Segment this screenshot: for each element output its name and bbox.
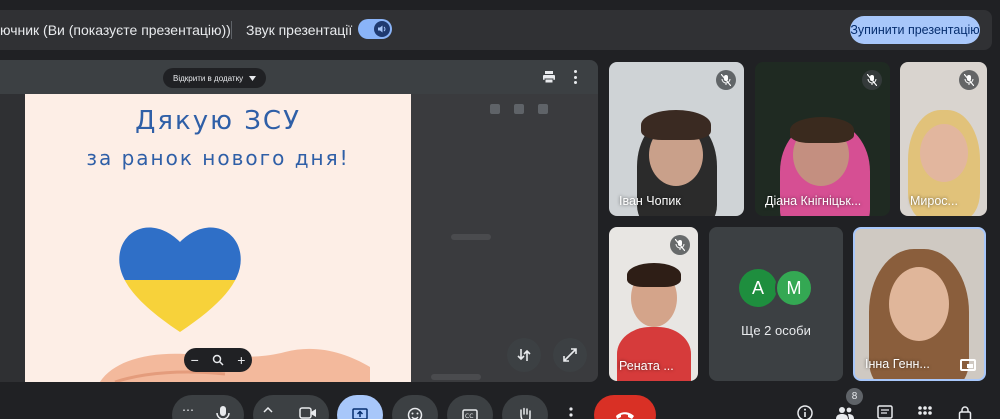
activities-icon[interactable] (916, 404, 934, 419)
zoom-controls: − + (184, 348, 252, 372)
presenter-status-text: ючник (Ви (показуєте презентацію)) (0, 22, 231, 38)
raise-hand-button[interactable] (502, 395, 548, 419)
participants-icon[interactable] (836, 404, 854, 419)
presentation-area: Відкрити в додатку Дякую ЗСУ за ранок но… (0, 60, 598, 382)
participant-name: Іван Чопик (619, 194, 681, 208)
mic-off-icon (959, 70, 979, 90)
mic-button-group[interactable]: ⋯ (172, 395, 244, 419)
more-participants-tile[interactable]: А М Ще 2 особи (709, 227, 843, 381)
participant-name: Інна Генн... (865, 357, 930, 371)
end-call-button[interactable] (594, 395, 656, 419)
participant-video (790, 117, 854, 143)
doc-tool-icon (538, 104, 548, 114)
ghost-text-line (451, 234, 491, 240)
microphone-icon (216, 406, 230, 419)
more-options-button[interactable] (557, 395, 585, 419)
zoom-in-button[interactable]: + (237, 352, 245, 368)
avatar-letter: А (751, 277, 764, 298)
present-screen-button[interactable] (337, 395, 383, 419)
participant-name: Діана Кнігніцьк... (765, 194, 862, 208)
slide-title-line1: Дякую ЗСУ (135, 106, 301, 136)
search-icon[interactable] (212, 354, 224, 366)
svg-text:CC: CC (465, 413, 473, 419)
open-in-app-button[interactable]: Відкрити в додатку (163, 68, 267, 88)
participant-name: Мирос... (910, 194, 958, 208)
speaker-icon (374, 21, 390, 37)
slide-canvas: Дякую ЗСУ за ранок нового дня! (25, 94, 411, 382)
presentation-banner: ючник (Ви (показуєте презентацію)) Звук … (0, 10, 992, 50)
expand-icon (563, 348, 577, 362)
stop-presenting-button[interactable]: Зупинити презентацію (850, 16, 980, 44)
participant-video (641, 110, 711, 140)
captions-icon: CC (462, 409, 478, 419)
meeting-info-icon[interactable] (796, 404, 814, 419)
participant-tile[interactable]: Іван Чопик (609, 62, 744, 216)
present-screen-icon (352, 408, 368, 419)
banner-divider (231, 21, 232, 39)
open-in-app-label: Відкрити в додатку (173, 73, 244, 83)
viewer-toolbar (0, 60, 598, 94)
participant-video (627, 263, 681, 287)
chevron-up-icon[interactable] (263, 407, 273, 413)
zoom-out-button[interactable]: − (191, 352, 199, 368)
reactions-button[interactable] (392, 395, 438, 419)
phone-hangup-icon (616, 412, 634, 419)
picture-in-picture-icon[interactable] (960, 359, 976, 371)
participant-video (889, 267, 949, 341)
doc-tool-icon (514, 104, 524, 114)
emoji-icon (407, 407, 423, 419)
participant-tile[interactable]: Рената ... (609, 227, 698, 381)
camera-button-group[interactable] (253, 395, 329, 419)
viewer-left-strip (0, 94, 25, 382)
mic-off-icon (670, 235, 690, 255)
self-view-tile[interactable]: Інна Генн... (853, 227, 986, 381)
slide-title-line2: за ранок нового дня! (86, 146, 350, 170)
participant-tile[interactable]: Діана Кнігніцьк... (755, 62, 890, 216)
chat-icon[interactable] (876, 404, 894, 419)
captions-button[interactable]: CC (447, 395, 493, 419)
participants-count-badge: 8 (846, 388, 863, 405)
more-vertical-icon (569, 407, 573, 417)
avatar-letter: М (786, 277, 802, 298)
swap-view-button[interactable] (507, 338, 541, 372)
print-icon[interactable] (542, 70, 556, 84)
swap-vertical-icon (517, 349, 531, 361)
mic-off-icon (862, 70, 882, 90)
mic-off-icon (716, 70, 736, 90)
presentation-audio-label: Звук презентації (246, 22, 353, 38)
lock-icon[interactable] (956, 404, 974, 419)
more-options-icon[interactable] (570, 70, 580, 84)
participant-video (920, 124, 968, 182)
fullscreen-button[interactable] (553, 338, 587, 372)
document-icons (490, 104, 548, 114)
presentation-audio-toggle[interactable] (358, 19, 392, 39)
participant-name: Рената ... (619, 359, 674, 373)
camera-icon (299, 407, 316, 419)
ghost-text-line (431, 374, 481, 380)
avatar: А (739, 269, 777, 307)
more-people-label: Ще 2 особи (741, 323, 811, 338)
avatar: М (775, 269, 813, 307)
hand-icon (520, 407, 531, 419)
participant-tile[interactable]: Мирос... (900, 62, 987, 216)
more-mic-options-icon[interactable]: ⋯ (182, 403, 194, 417)
doc-tool-icon (490, 104, 500, 114)
chevron-down-icon (249, 75, 257, 81)
